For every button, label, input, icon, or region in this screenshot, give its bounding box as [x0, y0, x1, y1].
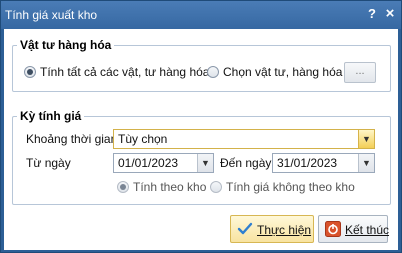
help-icon[interactable]: ? — [365, 6, 379, 22]
radio-no-warehouse[interactable] — [210, 181, 222, 193]
from-date-value: 01/01/2023 — [118, 156, 179, 170]
select-materials-label[interactable]: Chọn vật tư, hàng hóa — [223, 65, 342, 79]
calendar-dropdown-icon[interactable]: ▼ — [358, 154, 374, 172]
title-bar[interactable]: Tính giá xuất kho ? × — [1, 1, 401, 29]
time-range-select[interactable]: Tùy chọn ▼ — [113, 129, 375, 149]
time-range-value: Tùy chọn — [118, 132, 168, 146]
calendar-dropdown-icon[interactable]: ▼ — [197, 154, 213, 172]
dialog-body: Vật tư hàng hóa Tính tất cả các vật, tư … — [4, 29, 398, 250]
exit-icon — [325, 221, 341, 237]
run-button-label: Thực hiện — [257, 223, 312, 237]
to-date-value: 31/01/2023 — [277, 156, 338, 170]
by-warehouse-label[interactable]: Tính theo kho — [133, 180, 206, 194]
from-date-picker[interactable]: 01/01/2023 ▼ — [113, 153, 214, 173]
time-range-label: Khoảng thời gian — [26, 132, 118, 146]
radio-select-materials[interactable] — [207, 66, 219, 78]
dialog-window: Tính giá xuất kho ? × Vật tư hàng hóa Tí… — [0, 0, 402, 253]
to-date-picker[interactable]: 31/01/2023 ▼ — [272, 153, 375, 173]
radio-by-warehouse[interactable] — [117, 181, 129, 193]
to-date-label: Đến ngày — [220, 156, 272, 170]
finish-button-label: Kết thúc — [345, 223, 390, 237]
all-materials-label[interactable]: Tính tất cả các vật, tư hàng hóa — [40, 65, 209, 79]
dialog-title: Tính giá xuất kho — [5, 8, 98, 22]
materials-legend: Vật tư hàng hóa — [17, 38, 115, 52]
no-warehouse-label[interactable]: Tính giá không theo kho — [226, 180, 355, 194]
period-legend: Kỳ tính giá — [17, 109, 85, 123]
dropdown-arrow-icon[interactable]: ▼ — [358, 130, 374, 148]
check-icon — [237, 222, 253, 235]
radio-all-materials[interactable] — [24, 66, 36, 78]
browse-materials-button: ... — [344, 62, 376, 83]
close-icon[interactable]: × — [383, 6, 397, 22]
finish-button[interactable]: Kết thúc — [318, 215, 390, 243]
run-button[interactable]: Thực hiện — [230, 215, 314, 243]
from-date-label: Từ ngày — [26, 156, 71, 170]
